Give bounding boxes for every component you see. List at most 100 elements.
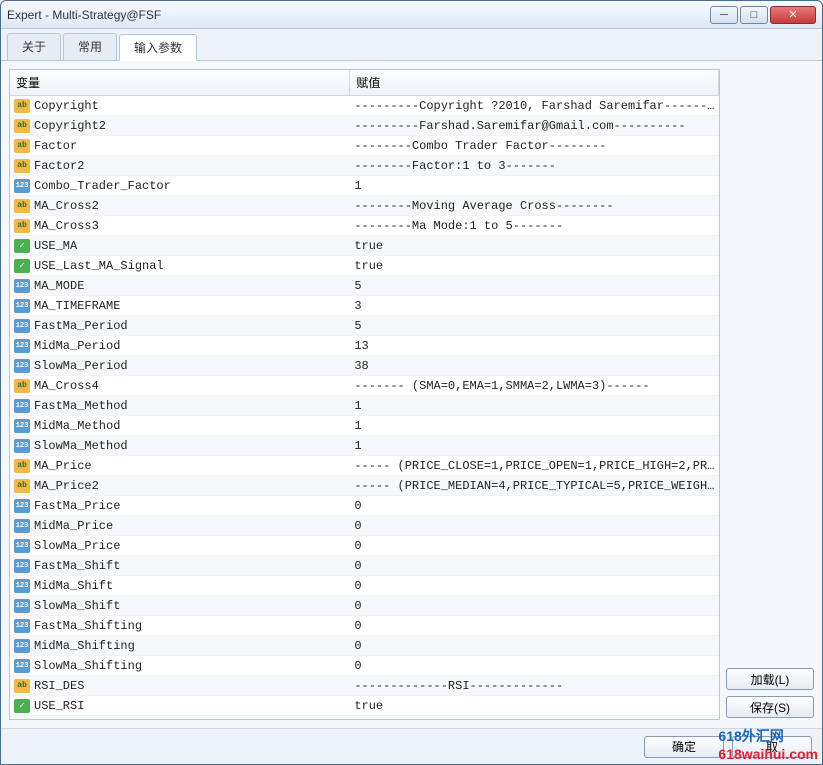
param-row[interactable]: abMA_Cross3--------Ma Mode:1 to 5-------	[10, 216, 719, 236]
param-row[interactable]: ✓USE_Last_MA_Signaltrue	[10, 256, 719, 276]
cancel-button[interactable]: 取	[732, 736, 812, 758]
param-row[interactable]: abFactor2--------Factor:1 to 3-------	[10, 156, 719, 176]
param-row[interactable]: 123FastMa_Price0	[10, 496, 719, 516]
param-name-cell[interactable]: abMA_Cross2	[10, 197, 350, 215]
param-value-cell[interactable]: --------Factor:1 to 3-------	[350, 157, 719, 175]
param-value-cell[interactable]: 1	[350, 397, 719, 415]
param-name-cell[interactable]: 123SlowMa_Method	[10, 437, 350, 455]
param-value-cell[interactable]: 13	[350, 337, 719, 355]
param-name-cell[interactable]: 123MidMa_Price	[10, 517, 350, 535]
param-row[interactable]: abMA_Cross4------- (SMA=0,EMA=1,SMMA=2,L…	[10, 376, 719, 396]
param-value-cell[interactable]: -------------RSI-------------	[350, 677, 719, 695]
param-name-cell[interactable]: abMA_Price2	[10, 477, 350, 495]
param-row[interactable]: 123MA_TIMEFRAME3	[10, 296, 719, 316]
param-row[interactable]: 123MidMa_Method1	[10, 416, 719, 436]
param-value-cell[interactable]: true	[350, 717, 719, 720]
param-row[interactable]: abMA_Price----- (PRICE_CLOSE=1,PRICE_OPE…	[10, 456, 719, 476]
param-name-cell[interactable]: 123SlowMa_Shifting	[10, 657, 350, 675]
param-name-cell[interactable]: 123SlowMa_Shift	[10, 597, 350, 615]
param-value-cell[interactable]: 0	[350, 517, 719, 535]
param-name-cell[interactable]: 123FastMa_Price	[10, 497, 350, 515]
param-value-cell[interactable]: 0	[350, 637, 719, 655]
param-row[interactable]: 123SlowMa_Period38	[10, 356, 719, 376]
param-name-cell[interactable]: 123MA_TIMEFRAME	[10, 297, 350, 315]
param-name-cell[interactable]: abMA_Cross4	[10, 377, 350, 395]
param-name-cell[interactable]: 123MidMa_Method	[10, 417, 350, 435]
param-value-cell[interactable]: 3	[350, 297, 719, 315]
param-value-cell[interactable]: true	[350, 697, 719, 715]
param-row[interactable]: abMA_Price2----- (PRICE_MEDIAN=4,PRICE_T…	[10, 476, 719, 496]
param-name-cell[interactable]: ✓USE Last RSI Signal	[10, 717, 350, 720]
param-row[interactable]: abFactor--------Combo Trader Factor-----…	[10, 136, 719, 156]
param-row[interactable]: 123MidMa_Shift0	[10, 576, 719, 596]
param-row[interactable]: 123SlowMa_Method1	[10, 436, 719, 456]
param-row[interactable]: ✓USE_MAtrue	[10, 236, 719, 256]
param-row[interactable]: 123FastMa_Method1	[10, 396, 719, 416]
column-header-value[interactable]: 赋值	[350, 70, 719, 95]
load-button[interactable]: 加载(L)	[726, 668, 814, 690]
param-value-cell[interactable]: ---------Copyright ?2010, Farshad Saremi…	[350, 97, 719, 115]
param-row[interactable]: 123MidMa_Shifting0	[10, 636, 719, 656]
param-row[interactable]: 123Combo_Trader_Factor1	[10, 176, 719, 196]
param-name-cell[interactable]: abMA_Price	[10, 457, 350, 475]
param-row[interactable]: 123SlowMa_Shifting0	[10, 656, 719, 676]
param-value-cell[interactable]: 0	[350, 597, 719, 615]
param-row[interactable]: 123MA_MODE5	[10, 276, 719, 296]
param-value-cell[interactable]: true	[350, 257, 719, 275]
param-value-cell[interactable]: 0	[350, 577, 719, 595]
param-value-cell[interactable]: 0	[350, 617, 719, 635]
param-name-cell[interactable]: 123FastMa_Shift	[10, 557, 350, 575]
param-name-cell[interactable]: 123FastMa_Period	[10, 317, 350, 335]
param-name-cell[interactable]: ✓USE_MA	[10, 237, 350, 255]
maximize-button[interactable]: □	[740, 6, 768, 24]
param-value-cell[interactable]: 0	[350, 537, 719, 555]
param-name-cell[interactable]: 123MA_MODE	[10, 277, 350, 295]
param-name-cell[interactable]: 123MidMa_Shifting	[10, 637, 350, 655]
param-value-cell[interactable]: --------Combo Trader Factor--------	[350, 137, 719, 155]
param-row[interactable]: 123FastMa_Shift0	[10, 556, 719, 576]
ok-button[interactable]: 确定	[644, 736, 724, 758]
param-value-cell[interactable]: 0	[350, 497, 719, 515]
param-row[interactable]: abRSI_DES-------------RSI-------------	[10, 676, 719, 696]
param-row[interactable]: 123FastMa_Shifting0	[10, 616, 719, 636]
param-name-cell[interactable]: 123MidMa_Period	[10, 337, 350, 355]
param-value-cell[interactable]: 5	[350, 317, 719, 335]
param-row[interactable]: ✓USE_RSItrue	[10, 696, 719, 716]
param-row[interactable]: 123FastMa_Period5	[10, 316, 719, 336]
param-value-cell[interactable]: ----- (PRICE_CLOSE=1,PRICE_OPEN=1,PRICE_…	[350, 457, 719, 475]
param-name-cell[interactable]: 123MidMa_Shift	[10, 577, 350, 595]
tab-about[interactable]: 关于	[7, 33, 61, 60]
param-name-cell[interactable]: abRSI_DES	[10, 677, 350, 695]
param-name-cell[interactable]: 123FastMa_Method	[10, 397, 350, 415]
param-value-cell[interactable]: 5	[350, 277, 719, 295]
param-name-cell[interactable]: 123FastMa_Shifting	[10, 617, 350, 635]
param-value-cell[interactable]: ---------Farshad.Saremifar@Gmail.com----…	[350, 117, 719, 135]
column-header-variable[interactable]: 变量	[10, 70, 350, 95]
param-name-cell[interactable]: abFactor	[10, 137, 350, 155]
param-name-cell[interactable]: abMA_Cross3	[10, 217, 350, 235]
param-name-cell[interactable]: 123SlowMa_Price	[10, 537, 350, 555]
param-name-cell[interactable]: 123SlowMa_Period	[10, 357, 350, 375]
minimize-button[interactable]: ─	[710, 6, 738, 24]
grid-body[interactable]: abCopyright---------Copyright ?2010, Far…	[10, 96, 719, 719]
param-row[interactable]: 123SlowMa_Price0	[10, 536, 719, 556]
param-value-cell[interactable]: 0	[350, 657, 719, 675]
param-value-cell[interactable]: 1	[350, 417, 719, 435]
param-value-cell[interactable]: ----- (PRICE_MEDIAN=4,PRICE_TYPICAL=5,PR…	[350, 477, 719, 495]
tab-inputs[interactable]: 输入参数	[119, 34, 197, 61]
titlebar[interactable]: Expert - Multi-Strategy@FSF ─ □ ✕	[1, 1, 822, 29]
param-row[interactable]: ✓USE Last RSI Signaltrue	[10, 716, 719, 719]
param-name-cell[interactable]: abCopyright2	[10, 117, 350, 135]
param-value-cell[interactable]: --------Ma Mode:1 to 5-------	[350, 217, 719, 235]
close-button[interactable]: ✕	[770, 6, 816, 24]
param-name-cell[interactable]: ✓USE_Last_MA_Signal	[10, 257, 350, 275]
param-row[interactable]: abMA_Cross2--------Moving Average Cross-…	[10, 196, 719, 216]
param-value-cell[interactable]: true	[350, 237, 719, 255]
save-button[interactable]: 保存(S)	[726, 696, 814, 718]
param-value-cell[interactable]: --------Moving Average Cross--------	[350, 197, 719, 215]
param-row[interactable]: 123MidMa_Price0	[10, 516, 719, 536]
param-value-cell[interactable]: ------- (SMA=0,EMA=1,SMMA=2,LWMA=3)-----…	[350, 377, 719, 395]
param-value-cell[interactable]: 0	[350, 557, 719, 575]
param-name-cell[interactable]: abFactor2	[10, 157, 350, 175]
param-name-cell[interactable]: 123Combo_Trader_Factor	[10, 177, 350, 195]
